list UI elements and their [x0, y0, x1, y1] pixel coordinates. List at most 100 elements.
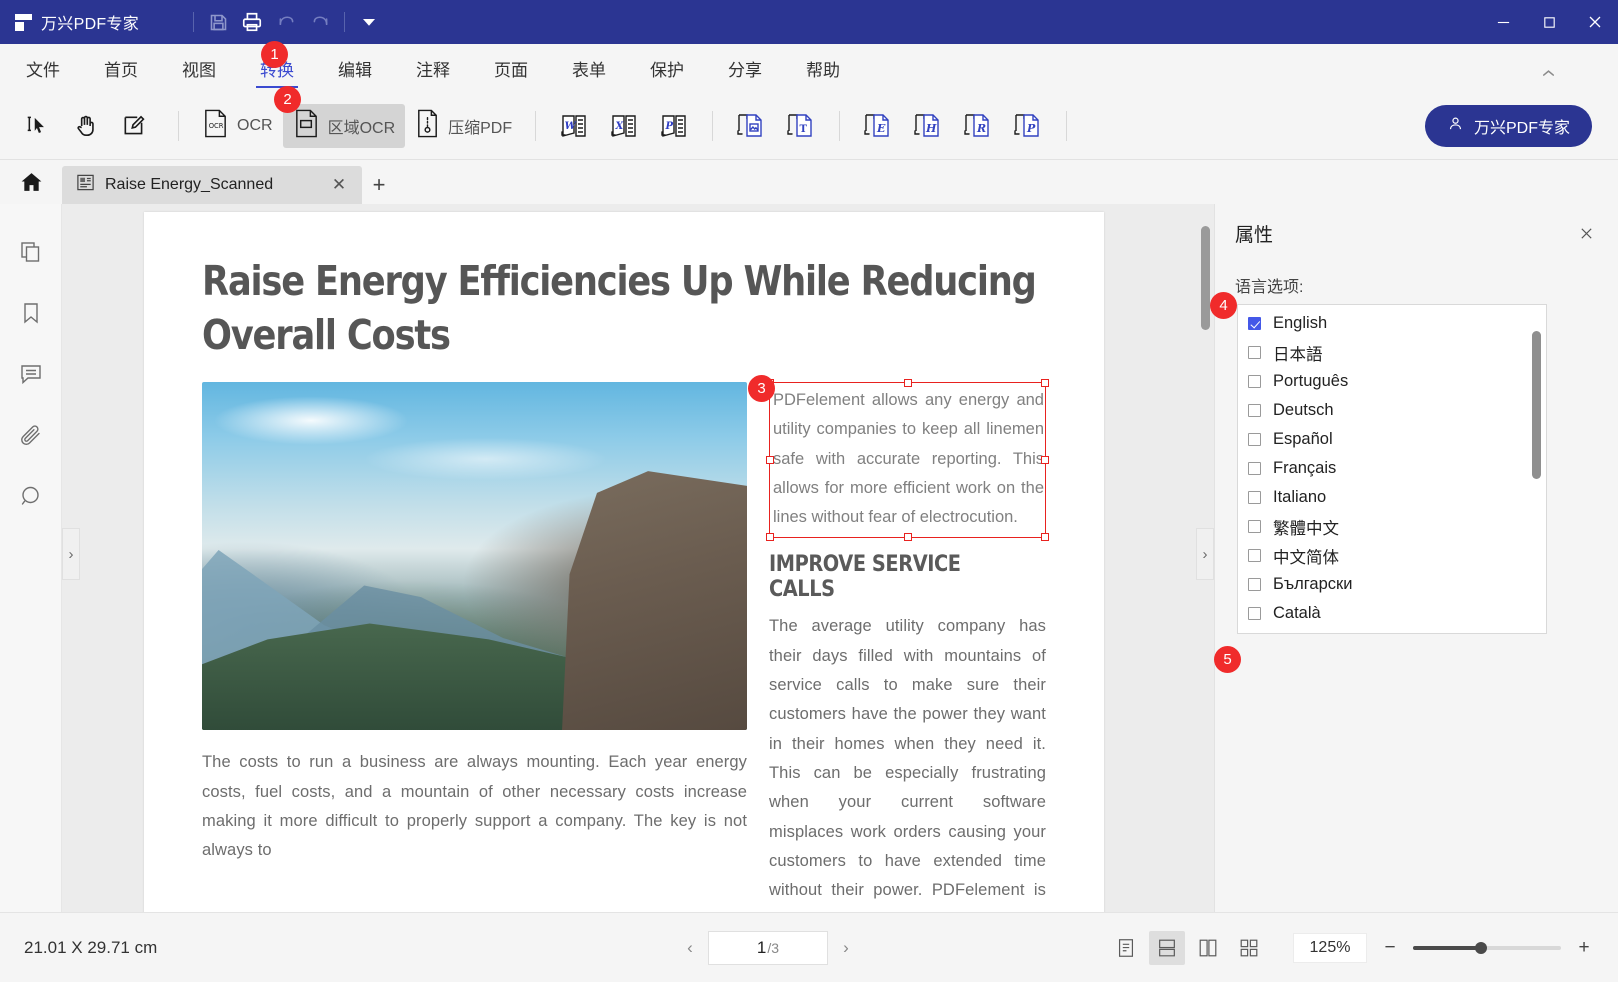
menu-page[interactable]: 页面 [494, 44, 528, 92]
checkbox-japanese[interactable] [1248, 346, 1261, 359]
language-row-simplified-chinese[interactable]: 中文简体 [1238, 541, 1546, 570]
close-icon[interactable] [1574, 222, 1598, 246]
search-icon[interactable] [13, 478, 49, 514]
to-ppt-icon[interactable]: P [652, 103, 696, 149]
chevron-up-icon[interactable] [1535, 60, 1561, 86]
menu-help[interactable]: 帮助 [806, 44, 840, 92]
zoom-in-button[interactable]: + [1574, 938, 1594, 958]
to-rtf-icon[interactable]: R [956, 103, 1000, 149]
checkbox-english[interactable] [1248, 317, 1261, 330]
continuous-scroll-view-icon[interactable] [1149, 931, 1185, 965]
to-image-icon[interactable] [729, 103, 773, 149]
redo-icon[interactable] [303, 5, 337, 39]
brand: 万兴PDF专家 [0, 10, 186, 34]
view-mode-group [1108, 931, 1267, 965]
language-row-french[interactable]: Français [1238, 454, 1546, 483]
document-left-text: The costs to run a business are always m… [202, 748, 747, 865]
close-button[interactable] [1572, 0, 1618, 44]
zoom-slider-knob[interactable] [1475, 942, 1487, 954]
document-tab[interactable]: Raise Energy_Scanned ✕ [62, 166, 362, 204]
account-button[interactable]: 万兴PDF专家 [1425, 105, 1592, 147]
new-tab-button[interactable]: + [362, 166, 396, 204]
menu-view[interactable]: 视图 [182, 44, 216, 92]
to-epub-icon[interactable]: E [856, 103, 900, 149]
two-page-view-icon[interactable] [1190, 931, 1226, 965]
menu-share[interactable]: 分享 [728, 44, 762, 92]
menu-bar: 文件 首页 视图 转换 编辑 注释 页面 表单 保护 分享 帮助 [0, 44, 1618, 92]
language-row-spanish[interactable]: Español [1238, 425, 1546, 454]
checkbox-french[interactable] [1248, 462, 1261, 475]
select-text-icon[interactable] [16, 103, 60, 149]
right-panel-collapse-arrow[interactable]: › [1196, 528, 1214, 580]
single-page-view-icon[interactable] [1108, 931, 1144, 965]
language-row-traditional-chinese[interactable]: 繁體中文 [1238, 512, 1546, 541]
step-badge-2: 2 [274, 86, 301, 113]
hand-pan-icon[interactable] [64, 103, 108, 149]
menu-protect[interactable]: 保护 [650, 44, 684, 92]
page-number-input[interactable]: 1 /3 [708, 931, 828, 965]
to-text-icon[interactable]: T [779, 103, 823, 149]
minimize-button[interactable] [1480, 0, 1526, 44]
language-row-english[interactable]: English [1238, 309, 1546, 338]
zoom-slider[interactable] [1413, 946, 1561, 950]
grid-view-icon[interactable] [1231, 931, 1267, 965]
to-pdfa-icon[interactable]: P [1006, 103, 1050, 149]
ribbon-toolbar: OCR OCR 区域OCR 压缩PDF [0, 92, 1618, 160]
checkbox-italian[interactable] [1248, 491, 1261, 504]
edit-annotate-icon[interactable] [112, 103, 156, 149]
checkbox-spanish[interactable] [1248, 433, 1261, 446]
language-list-scrollbar[interactable] [1532, 331, 1541, 479]
checkbox-traditional-chinese[interactable] [1248, 520, 1261, 533]
language-row-bulgarian[interactable]: Български [1238, 570, 1546, 599]
zoom-out-button[interactable]: − [1380, 938, 1400, 958]
application-window: 万兴PDF专家 [0, 0, 1618, 982]
document-subheading: IMPROVE SERVICE CALLS [769, 552, 1013, 602]
menu-edit[interactable]: 编辑 [338, 44, 372, 92]
checkbox-catalan[interactable] [1248, 607, 1261, 620]
maximize-button[interactable] [1526, 0, 1572, 44]
attachments-icon[interactable] [13, 417, 49, 453]
bookmarks-icon[interactable] [13, 295, 49, 331]
save-icon[interactable] [201, 5, 235, 39]
print-icon[interactable] [235, 5, 269, 39]
resize-handle-bottom-left[interactable] [766, 533, 774, 541]
home-icon[interactable] [0, 160, 62, 204]
to-html-icon[interactable]: H [906, 103, 950, 149]
language-list[interactable]: English 日本語 Português Deutsch Español Fr… [1237, 304, 1547, 634]
ocr-selection-region[interactable]: PDFelement allows any energy and utility… [769, 382, 1046, 538]
undo-icon[interactable] [269, 5, 303, 39]
to-word-icon[interactable]: W [552, 103, 596, 149]
tab-close-icon[interactable]: ✕ [328, 174, 350, 196]
language-row-croatian[interactable]: Hrvatski [1238, 628, 1546, 634]
comments-icon[interactable] [13, 356, 49, 392]
menu-home[interactable]: 首页 [104, 44, 138, 92]
language-row-portuguese[interactable]: Português [1238, 367, 1546, 396]
language-row-italian[interactable]: Italiano [1238, 483, 1546, 512]
area-ocr-button[interactable]: 区域OCR [283, 104, 406, 148]
ocr-button[interactable]: OCR OCR [192, 104, 283, 148]
resize-handle-bottom-right[interactable] [1041, 533, 1049, 541]
resize-handle-bottom-center[interactable] [904, 533, 912, 541]
checkbox-simplified-chinese[interactable] [1248, 549, 1261, 562]
to-excel-icon[interactable]: X [602, 103, 646, 149]
person-icon [1447, 115, 1464, 137]
zoom-level-input[interactable]: 125% [1293, 933, 1367, 963]
document-vertical-scrollbar[interactable] [1201, 226, 1210, 330]
checkbox-portuguese[interactable] [1248, 375, 1261, 388]
language-row-german[interactable]: Deutsch [1238, 396, 1546, 425]
prev-page-button[interactable]: ‹ [676, 934, 704, 962]
menu-annotate[interactable]: 注释 [416, 44, 450, 92]
thumbnails-icon[interactable] [13, 234, 49, 270]
menu-file[interactable]: 文件 [26, 44, 60, 92]
next-page-button[interactable]: › [832, 934, 860, 962]
language-row-japanese[interactable]: 日本語 [1238, 338, 1546, 367]
divider-7 [1066, 111, 1067, 141]
compress-pdf-button[interactable]: 压缩PDF [405, 104, 522, 148]
checkbox-bulgarian[interactable] [1248, 578, 1261, 591]
checkbox-german[interactable] [1248, 404, 1261, 417]
language-row-catalan[interactable]: Català [1238, 599, 1546, 628]
customize-dropdown-icon[interactable] [352, 5, 386, 39]
left-panel-expand-arrow[interactable]: › [62, 528, 80, 580]
document-viewport[interactable]: Raise Energy Efficiencies Up While Reduc… [62, 204, 1214, 912]
menu-form[interactable]: 表单 [572, 44, 606, 92]
